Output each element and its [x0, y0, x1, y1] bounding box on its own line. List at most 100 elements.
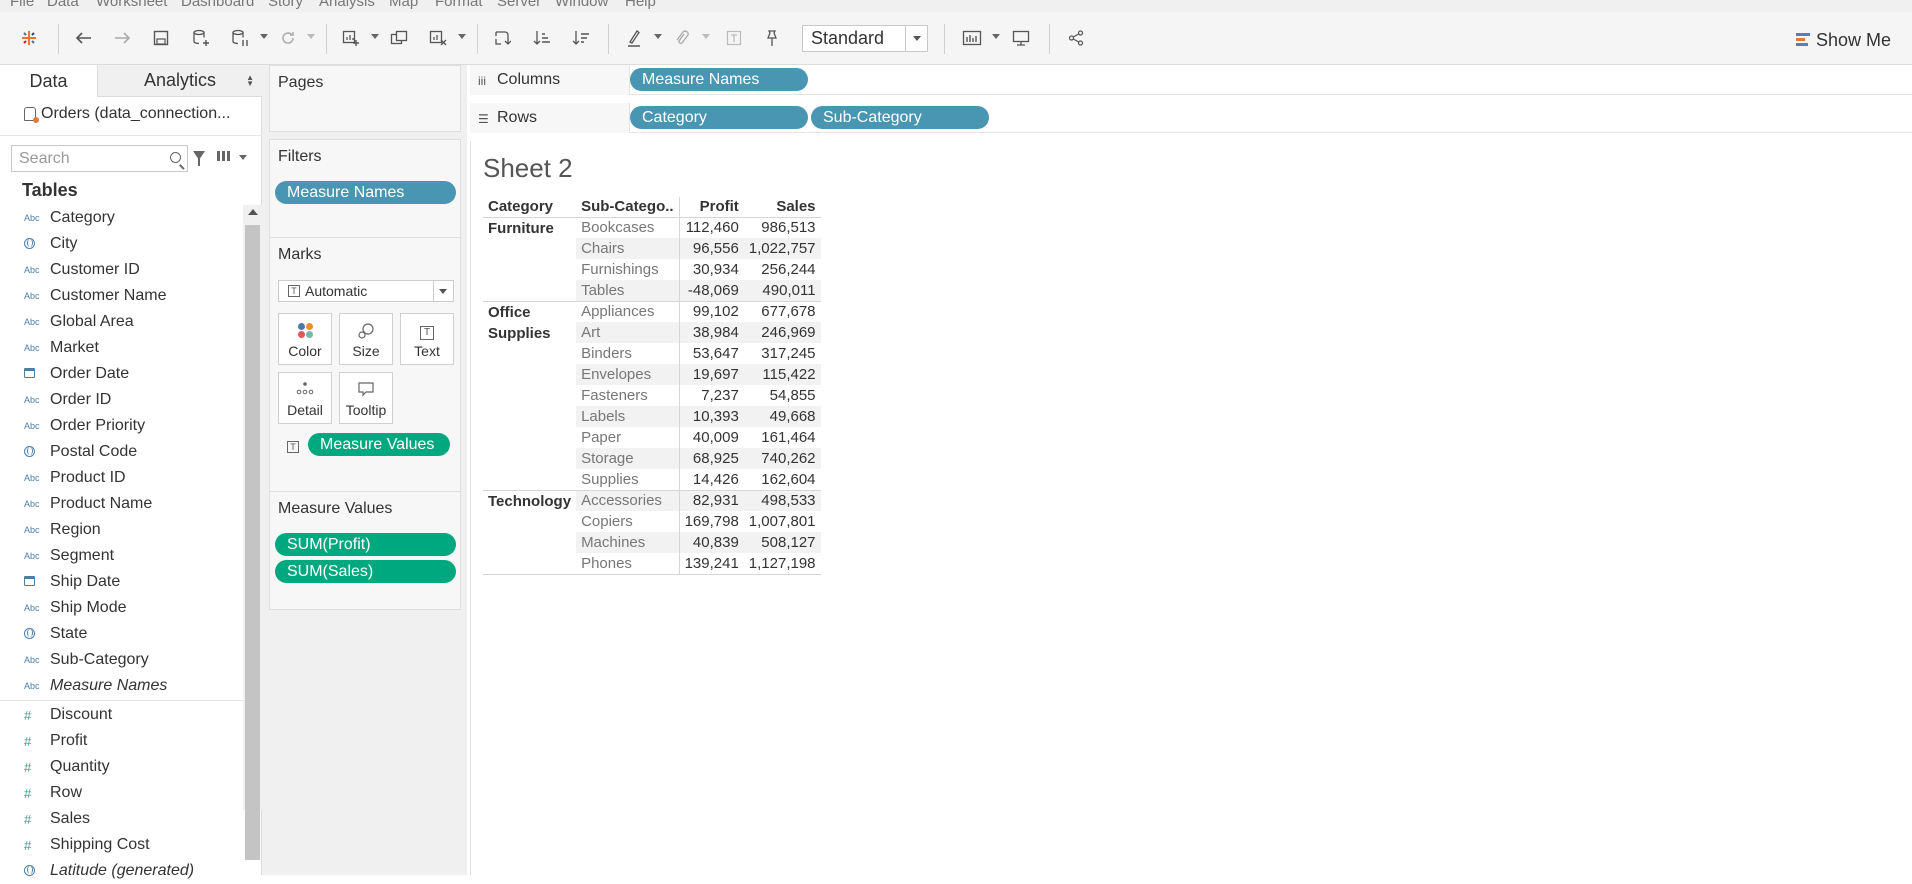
sub-category-cell[interactable]: Copiers [576, 511, 680, 532]
sales-cell[interactable]: 1,007,801 [744, 511, 821, 532]
field-ship-date[interactable]: Ship Date [0, 569, 243, 595]
rows-shelf[interactable]: ☰ Rows Category Sub-Category [470, 103, 1912, 133]
header-category[interactable]: Category [483, 197, 577, 218]
field-postal-code[interactable]: Postal Code [0, 439, 243, 465]
field-category[interactable]: Abc Category [0, 205, 243, 231]
tableau-logo-icon[interactable] [14, 24, 44, 52]
field-measure-names[interactable]: Abc Measure Names [0, 673, 243, 699]
sub-category-cell[interactable]: Envelopes [576, 364, 680, 385]
field-order-id[interactable]: Abc Order ID [0, 387, 243, 413]
profit-cell[interactable]: 99,102 [679, 301, 744, 322]
profit-cell[interactable]: 40,009 [679, 427, 744, 448]
share-icon[interactable] [1061, 24, 1091, 52]
sub-category-cell[interactable]: Machines [576, 532, 680, 553]
sub-category-cell[interactable]: Art [576, 322, 680, 343]
rows-pill-category[interactable]: Category [630, 106, 808, 129]
profit-cell[interactable]: 96,556 [679, 238, 744, 259]
sales-cell[interactable]: 986,513 [744, 217, 821, 238]
field-order-date[interactable]: Order Date [0, 361, 243, 387]
sales-cell[interactable]: 161,464 [744, 427, 821, 448]
filter-pill-measure-names[interactable]: Measure Names [275, 181, 456, 204]
refresh-icon[interactable] [273, 24, 303, 52]
field-latitude-generated[interactable]: Latitude (generated) [0, 858, 243, 884]
search-icon[interactable] [170, 152, 181, 163]
field-region[interactable]: Abc Region [0, 517, 243, 543]
show-me-button[interactable]: Show Me [1796, 26, 1891, 54]
tab-analytics[interactable]: Analytics ▲ ▼ [98, 65, 262, 97]
menu-worksheet[interactable]: Worksheet [96, 0, 167, 10]
sales-cell[interactable]: 246,969 [743, 322, 821, 343]
menu-help[interactable]: Help [625, 0, 656, 10]
swap-icon[interactable] [487, 24, 517, 52]
header-sales[interactable]: Sales [743, 197, 821, 218]
view-list-icon[interactable] [217, 151, 231, 161]
field-sales[interactable]: # Sales [0, 806, 243, 832]
field-city[interactable]: City [0, 231, 243, 257]
profit-cell[interactable]: 40,839 [679, 532, 744, 553]
menu-format[interactable]: Format [435, 0, 483, 10]
view-area[interactable]: Sheet 2 Category Sub-Catego.. Profit Sal… [470, 141, 1912, 875]
filter-icon[interactable] [193, 151, 205, 166]
redo-icon[interactable] [108, 24, 138, 52]
field-state[interactable]: State [0, 621, 243, 647]
marks-pill-measure-values[interactable]: Measure Values [308, 433, 450, 456]
sub-category-cell[interactable]: Supplies [576, 469, 680, 491]
pages-card[interactable]: Pages [269, 65, 461, 132]
size-button[interactable]: Size [339, 313, 393, 365]
sales-cell[interactable]: 317,245 [744, 343, 821, 364]
fix-axes-icon[interactable] [756, 24, 786, 52]
columns-shelf[interactable]: iii Columns Measure Names [470, 65, 1912, 95]
chart-size-icon[interactable] [957, 24, 987, 52]
sales-cell[interactable]: 498,533 [743, 490, 821, 511]
columns-pill-measure-names[interactable]: Measure Names [630, 68, 808, 91]
profit-cell[interactable]: 53,647 [679, 343, 744, 364]
sort-updown-icon[interactable]: ▲ ▼ [246, 74, 254, 88]
sub-category-cell[interactable]: Labels [576, 406, 680, 427]
marks-type-select[interactable]: T Automatic [278, 280, 454, 302]
field-profit[interactable]: # Profit [0, 728, 243, 754]
scrollbar-thumb[interactable] [245, 225, 260, 860]
sub-category-cell[interactable]: Appliances [576, 301, 680, 322]
profit-cell[interactable]: 169,798 [679, 511, 744, 532]
sales-cell[interactable]: 490,011 [743, 280, 821, 302]
chevron-down-icon[interactable] [239, 155, 247, 160]
save-icon[interactable] [146, 24, 176, 52]
menu-window[interactable]: Window [555, 0, 608, 10]
field-market[interactable]: Abc Market [0, 335, 243, 361]
detail-button[interactable]: Detail [278, 372, 332, 424]
sales-cell[interactable]: 256,244 [744, 259, 821, 280]
sub-category-cell[interactable]: Furnishings [576, 259, 680, 280]
sales-cell[interactable]: 1,127,198 [743, 553, 821, 575]
profit-cell[interactable]: 112,460 [679, 217, 744, 238]
sales-cell[interactable]: 115,422 [743, 364, 821, 385]
measure-pill-sum-sales[interactable]: SUM(Sales) [275, 560, 456, 583]
text-button[interactable]: T Text [400, 313, 454, 365]
category-cell[interactable]: Office Supplies [483, 301, 577, 491]
menu-data[interactable]: Data [47, 0, 79, 10]
sales-cell[interactable]: 677,678 [744, 301, 821, 322]
scroll-up-icon[interactable] [248, 209, 258, 215]
sub-category-cell[interactable]: Phones [576, 553, 680, 575]
measure-values-card[interactable]: Measure Values SUM(Profit) SUM(Sales) [269, 491, 461, 610]
sub-category-cell[interactable]: Tables [576, 280, 680, 302]
field-discount[interactable]: # Discount [0, 702, 243, 728]
tooltip-button[interactable]: Tooltip [339, 372, 393, 424]
profit-cell[interactable]: 68,925 [679, 448, 744, 469]
profit-cell[interactable]: 139,241 [679, 553, 744, 575]
sub-category-cell[interactable]: Paper [576, 427, 680, 448]
category-cell[interactable]: Technology [483, 490, 577, 575]
new-worksheet-icon[interactable] [336, 24, 366, 52]
sales-cell[interactable]: 49,668 [743, 406, 821, 427]
menu-file[interactable]: File [10, 0, 34, 10]
field-customer-id[interactable]: Abc Customer ID [0, 257, 243, 283]
new-datasource-icon[interactable] [186, 24, 216, 52]
labels-icon[interactable] [719, 24, 749, 52]
clear-sheet-icon[interactable] [423, 24, 453, 52]
profit-cell[interactable]: 30,934 [679, 259, 744, 280]
field-list-scrollbar[interactable] [243, 205, 262, 860]
datasource-item[interactable]: Orders (data_connection... [24, 105, 230, 123]
field-quantity[interactable]: # Quantity [0, 754, 243, 780]
field-row[interactable]: # Row [0, 780, 243, 806]
profit-cell[interactable]: -48,069 [679, 280, 744, 302]
sales-cell[interactable]: 1,022,757 [743, 238, 821, 259]
